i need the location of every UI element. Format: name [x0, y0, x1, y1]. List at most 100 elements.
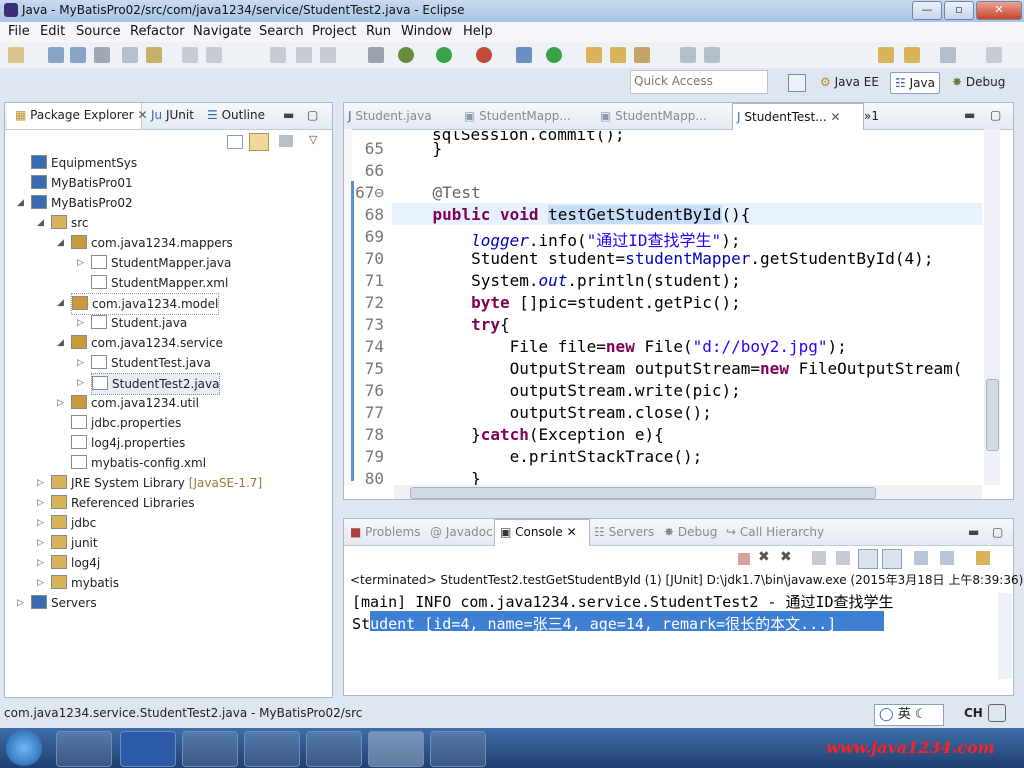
explorer-folder-icon[interactable]	[430, 731, 486, 767]
tree-item[interactable]: src	[51, 213, 89, 233]
pin-icon[interactable]	[986, 47, 1002, 63]
print-icon[interactable]	[94, 47, 110, 63]
tree-item[interactable]: StudentTest2.java	[91, 373, 221, 395]
tree-item[interactable]: StudentMapper.xml	[91, 273, 228, 293]
show-stdout-icon[interactable]	[858, 549, 878, 569]
tree-expand-arrow[interactable]: ▷	[77, 373, 84, 393]
code-line[interactable]: }	[394, 139, 443, 158]
tab-studenttest2-java[interactable]: J StudentTest... ✕	[732, 103, 864, 130]
annotation-prev-icon[interactable]	[704, 47, 720, 63]
tree-item[interactable]: com.java1234.model	[71, 293, 220, 315]
tree-item[interactable]: jdbc.properties	[71, 413, 181, 433]
new-java-project-icon[interactable]	[516, 47, 532, 63]
tree-expand-arrow[interactable]: ▷	[37, 553, 44, 573]
language-indicator[interactable]: CH	[964, 706, 983, 720]
annotation-next-icon[interactable]	[680, 47, 696, 63]
tree-expand-arrow[interactable]: ▷	[77, 313, 84, 333]
save-all-icon[interactable]	[70, 47, 86, 63]
code-line[interactable]: e.printStackTrace();	[394, 447, 703, 466]
tree-expand-arrow[interactable]: ◢	[57, 293, 64, 313]
tree-expand-arrow[interactable]: ◢	[17, 193, 24, 213]
menu-refactor[interactable]: Refactor	[130, 24, 185, 39]
tree-expand-arrow[interactable]: ◢	[57, 333, 64, 353]
open-perspective-icon[interactable]	[788, 74, 806, 92]
run-icon[interactable]	[436, 47, 452, 63]
new-icon[interactable]	[8, 47, 24, 63]
pin-console-icon[interactable]	[914, 551, 928, 565]
minimize-editor-icon[interactable]: ▬	[964, 108, 975, 122]
tasks-icon[interactable]	[146, 47, 162, 63]
menu-navigate[interactable]: Navigate	[193, 24, 251, 39]
word-wrap-icon[interactable]	[836, 551, 850, 565]
maximize-view-icon[interactable]: ▢	[307, 108, 318, 122]
tree-item[interactable]: junit	[51, 533, 98, 553]
close-icon[interactable]: ✕	[138, 108, 148, 122]
code-line[interactable]: outputStream.close();	[394, 403, 712, 422]
perspective-debug[interactable]: ✸ Debug	[948, 72, 1009, 92]
menu-project[interactable]: Project	[312, 24, 356, 39]
tab-student-java[interactable]: J Student.java	[348, 103, 474, 129]
open-console-icon[interactable]	[976, 551, 990, 565]
tree-item[interactable]: com.java1234.mappers	[71, 233, 233, 253]
terminal-icon[interactable]	[122, 47, 138, 63]
tree-item[interactable]: MyBatisPro02	[31, 193, 133, 213]
menu-search[interactable]: Search	[259, 24, 304, 39]
chevron-down-icon[interactable]: ▽	[309, 133, 317, 146]
code-line[interactable]: outputStream.write(pic);	[394, 381, 741, 400]
start-button[interactable]	[6, 730, 42, 766]
close-icon[interactable]: ✕	[831, 110, 841, 124]
tree-item[interactable]: JRE System Library [JavaSE-1.7]	[51, 473, 262, 493]
terminate-console-icon[interactable]	[738, 553, 750, 565]
tree-expand-arrow[interactable]: ◢	[57, 233, 64, 253]
suspend-icon[interactable]	[296, 47, 312, 63]
tree-expand-arrow[interactable]: ▷	[37, 513, 44, 533]
code-line[interactable]: Student student=studentMapper.getStudent…	[394, 249, 933, 268]
skip-breakpoints-icon[interactable]	[368, 47, 384, 63]
tab-junit[interactable]: Ju JUnit	[151, 108, 194, 122]
tree-item[interactable]: MyBatisPro01	[31, 173, 133, 193]
close-button[interactable]: ✕	[976, 1, 1022, 20]
tab-javadoc[interactable]: @ Javadoc	[430, 525, 493, 539]
more-tabs-button[interactable]: »1	[864, 103, 879, 129]
save-icon[interactable]	[48, 47, 64, 63]
back-icon[interactable]	[878, 47, 894, 63]
tree-item[interactable]: com.java1234.service	[71, 333, 223, 353]
tree-item[interactable]: log4j.properties	[71, 433, 185, 453]
tab-console[interactable]: ▣ Console ✕	[500, 525, 577, 539]
menu-window[interactable]: Window	[401, 24, 452, 39]
tree-expand-arrow[interactable]: ▷	[17, 593, 24, 613]
link-with-editor-icon[interactable]	[249, 133, 269, 151]
console-scrollbar[interactable]	[998, 593, 1012, 679]
search-icon[interactable]	[634, 47, 650, 63]
code-line[interactable]: public void testGetStudentById(){	[394, 205, 750, 224]
pinwheel-app-icon[interactable]	[56, 731, 112, 767]
tree-item[interactable]: StudentMapper.java	[91, 253, 231, 273]
display-console-icon[interactable]	[940, 551, 954, 565]
maximize-button[interactable]: ▫	[944, 1, 974, 20]
tree-item[interactable]: Referenced Libraries	[51, 493, 195, 513]
minimize-button[interactable]: —	[912, 1, 942, 20]
tree-expand-arrow[interactable]: ▷	[37, 473, 44, 493]
wps-writer-icon[interactable]	[120, 731, 176, 767]
scrollbar-thumb[interactable]	[986, 379, 999, 451]
maximize-console-icon[interactable]: ▢	[992, 525, 1003, 539]
tree-item[interactable]: jdbc	[51, 513, 96, 533]
undo-icon[interactable]	[182, 47, 198, 63]
maximize-editor-icon[interactable]: ▢	[990, 108, 1001, 122]
tree-item[interactable]: Servers	[31, 593, 97, 613]
forward-icon[interactable]	[940, 47, 956, 63]
code-line[interactable]: File file=new File("d://boy2.jpg");	[394, 337, 847, 356]
command-prompt-icon[interactable]	[182, 731, 238, 767]
remove-launch-icon[interactable]: ✖	[758, 549, 770, 565]
menu-edit[interactable]: Edit	[40, 24, 65, 39]
code-line[interactable]: try{	[394, 315, 510, 334]
remove-all-icon[interactable]: ✖	[780, 549, 792, 565]
menu-source[interactable]: Source	[76, 24, 121, 39]
tab-servers[interactable]: ☷ Servers	[594, 525, 654, 539]
hscroll-thumb[interactable]	[410, 487, 876, 499]
scroll-lock-icon[interactable]	[812, 551, 826, 565]
tab-call-hierarchy[interactable]: ↪ Call Hierarchy	[726, 525, 824, 539]
menu-file[interactable]: File	[8, 24, 30, 39]
app-icon[interactable]	[244, 731, 300, 767]
code-line[interactable]: logger.info("通过ID查找学生");	[394, 227, 740, 251]
